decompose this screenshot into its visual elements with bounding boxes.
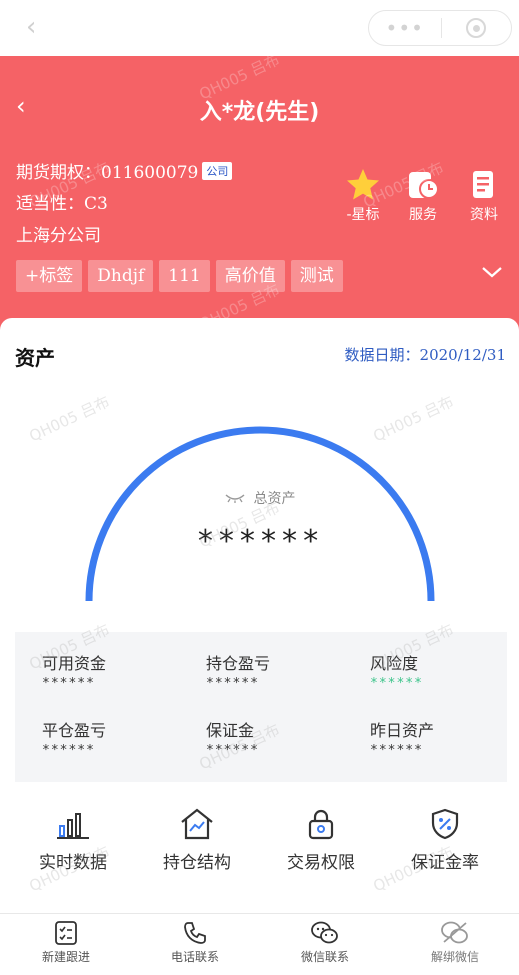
tab-wechat-contact[interactable]: 微信联系	[275, 920, 375, 965]
page-title: 入*龙(先生)	[199, 100, 320, 125]
wechat-icon	[311, 921, 338, 944]
quick-position-structure[interactable]: 持仓结构	[132, 808, 262, 873]
tag-item[interactable]: 111	[159, 260, 210, 292]
chevron-left-icon[interactable]: ‹	[26, 12, 36, 42]
service-action[interactable]: 服务	[396, 168, 450, 224]
mini-program-capsule: •••	[368, 10, 512, 46]
assets-card: 资产 数据日期：2020/12/31 总资产 ****** 可用资金 *****…	[0, 318, 519, 918]
document-action[interactable]: 资料	[457, 168, 511, 224]
shield-percent-icon	[431, 808, 459, 840]
data-date: 数据日期：2020/12/31	[344, 346, 506, 364]
lock-icon	[308, 809, 334, 840]
metric-value: ******	[370, 743, 423, 758]
metric-label: 持仓盈亏	[206, 654, 271, 673]
metric-value: ******	[206, 676, 259, 691]
quick-trade-permission[interactable]: 交易权限	[256, 808, 386, 873]
total-assets-value: ******	[196, 524, 323, 559]
app-top-bar: ‹ •••	[0, 0, 519, 56]
tab-label: 解绑微信	[430, 950, 479, 964]
tab-unbind-wechat[interactable]: 解绑微信	[405, 920, 505, 965]
checklist-icon	[55, 921, 77, 945]
tab-new-followup[interactable]: 新建跟进	[16, 920, 116, 965]
tag-list: +标签 Dhdjf 111 高价值 测试	[16, 260, 343, 292]
bar-chart-icon	[57, 813, 89, 839]
star-action[interactable]: -星标	[336, 168, 390, 224]
document-icon	[473, 171, 493, 198]
tag-item[interactable]: 高价值	[215, 260, 285, 292]
star-icon	[347, 169, 379, 200]
tab-label: 电话联系	[170, 950, 219, 964]
tab-label: 微信联系	[300, 950, 349, 964]
add-tag-button[interactable]: +标签	[16, 260, 83, 292]
unbind-wechat-icon	[441, 921, 468, 944]
total-assets-label: 总资产	[0, 488, 519, 508]
total-label-text: 总资产	[253, 491, 296, 507]
service-action-label: 服务	[409, 207, 437, 223]
quick-actions: 实时数据 持仓结构 交易权限 保证金率	[0, 808, 519, 888]
assets-title: 资产	[15, 346, 55, 370]
tag-item[interactable]: Dhdjf	[88, 260, 154, 292]
quick-margin-rate[interactable]: 保证金率	[380, 808, 510, 873]
metric-yesterday-assets: 昨日资产 ******	[370, 717, 519, 758]
metric-label: 可用资金	[42, 654, 107, 673]
quick-label: 实时数据	[39, 853, 107, 873]
metric-label: 平仓盈亏	[42, 721, 107, 740]
quick-label: 保证金率	[411, 853, 479, 873]
service-icon	[409, 172, 439, 199]
metric-label: 风险度	[370, 654, 419, 673]
quick-realtime-data[interactable]: 实时数据	[8, 808, 138, 873]
metric-value: ******	[42, 676, 95, 691]
metric-label: 昨日资产	[370, 721, 435, 740]
tag-item[interactable]: 测试	[290, 260, 343, 292]
metric-label: 保证金	[206, 721, 255, 740]
eye-closed-icon[interactable]	[224, 491, 246, 507]
metric-value: ******	[370, 676, 423, 691]
more-icon[interactable]: •••	[369, 16, 441, 40]
metric-risk: 风险度 ******	[370, 650, 519, 691]
metrics-grid: 可用资金 ****** 持仓盈亏 ****** 风险度 ****** 平仓盈亏 …	[15, 632, 507, 782]
metric-available-funds: 可用资金 ******	[42, 650, 192, 691]
document-action-label: 资料	[470, 207, 498, 223]
metric-value: ******	[206, 743, 259, 758]
quick-label: 交易权限	[287, 853, 355, 873]
metric-closed-pnl: 平仓盈亏 ******	[42, 717, 192, 758]
house-chart-icon	[181, 808, 213, 840]
star-action-label: -星标	[346, 207, 380, 223]
chevron-down-icon[interactable]	[481, 264, 503, 283]
bottom-tab-bar: 新建跟进 电话联系 微信联系 解绑微信	[0, 913, 519, 975]
header-actions: -星标 服务 资料	[0, 168, 519, 228]
tab-phone-contact[interactable]: 电话联系	[145, 920, 245, 965]
metric-position-pnl: 持仓盈亏 ******	[206, 650, 356, 691]
metric-margin: 保证金 ******	[206, 717, 356, 758]
customer-header: ‹ 入*龙(先生) 期货期权：011600079 公司 适当性：C3 上海分公司 …	[0, 51, 519, 346]
tab-label: 新建跟进	[41, 950, 90, 964]
close-target-icon[interactable]	[442, 18, 512, 38]
metric-value: ******	[42, 743, 95, 758]
quick-label: 持仓结构	[163, 853, 231, 873]
phone-icon	[184, 922, 206, 944]
